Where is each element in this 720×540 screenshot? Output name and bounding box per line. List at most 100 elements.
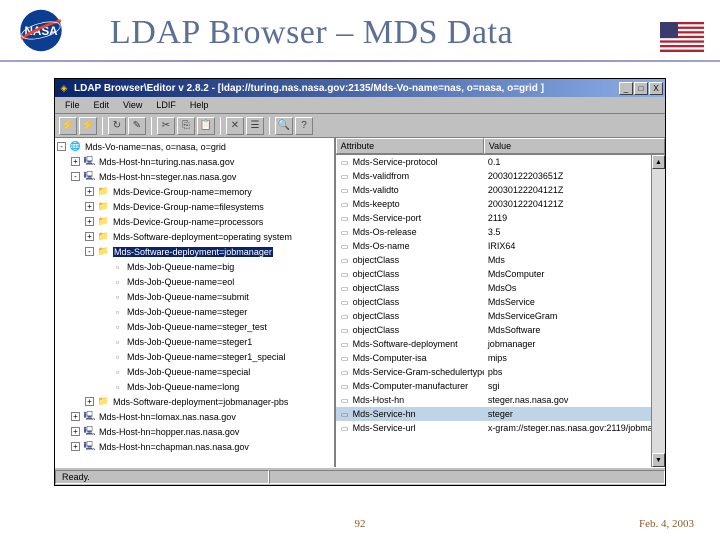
tree-item[interactable]: +📁Mds-Device-Group-name=filesystems [55, 199, 334, 214]
minimize-button[interactable]: _ [619, 82, 633, 95]
tool-cut[interactable]: ✂ [157, 117, 175, 135]
maximize-button[interactable]: □ [634, 82, 648, 95]
tree-item[interactable]: +🖳Mds-Host-hn=turing.nas.nasa.gov [55, 154, 334, 169]
tool-search[interactable]: 🔍 [275, 117, 293, 135]
tree-item[interactable]: -📁Mds-Software-deployment=jobmanager [55, 244, 334, 259]
tool-help[interactable]: ? [295, 117, 313, 135]
tree-item[interactable]: -🌐Mds-Vo-name=nas, o=nasa, o=grid [55, 139, 334, 154]
tree-item[interactable]: +🖳Mds-Host-hn=chapman.nas.nasa.gov [55, 439, 334, 454]
menu-help[interactable]: Help [184, 99, 215, 111]
tree-item[interactable]: ▫Mds-Job-Queue-name=steger [55, 304, 334, 319]
tree-label: Mds-Software-deployment=jobmanager [113, 247, 273, 257]
comp-icon: 🖳 [83, 441, 96, 452]
leaf-icon: ▫ [111, 306, 124, 317]
list-row[interactable]: ▭Mds-validto20030122204121Z [336, 183, 665, 197]
tree-item[interactable]: +📁Mds-Device-Group-name=memory [55, 184, 334, 199]
expand-toggle[interactable]: + [71, 442, 80, 451]
tree-item[interactable]: ▫Mds-Job-Queue-name=steger1_special [55, 349, 334, 364]
menu-ldif[interactable]: LDIF [150, 99, 182, 111]
list-row[interactable]: ▭Mds-Computer-manufacturersgi [336, 379, 665, 393]
expand-toggle[interactable]: - [57, 142, 66, 151]
column-value[interactable]: Value [484, 138, 665, 154]
attribute-icon: ▭ [340, 367, 350, 377]
tree-item[interactable]: ▫Mds-Job-Queue-name=big [55, 259, 334, 274]
attribute-icon: ▭ [340, 157, 350, 167]
expand-toggle[interactable]: + [71, 427, 80, 436]
expand-toggle[interactable]: + [85, 217, 94, 226]
tool-connect[interactable]: ⚡ [59, 117, 77, 135]
tree-item[interactable]: +🖳Mds-Host-hn=hopper.nas.nasa.gov [55, 424, 334, 439]
attr-value: steger.nas.nasa.gov [484, 393, 665, 407]
menu-edit[interactable]: Edit [88, 99, 116, 111]
tree-item[interactable]: -🖳Mds-Host-hn=steger.nas.nasa.gov [55, 169, 334, 184]
tree-label: Mds-Host-hn=chapman.nas.nasa.gov [99, 442, 249, 452]
list-row[interactable]: ▭Mds-Service-Gram-schedulertypepbs [336, 365, 665, 379]
tree-pane[interactable]: -🌐Mds-Vo-name=nas, o=nasa, o=grid+🖳Mds-H… [55, 138, 336, 467]
attr-name: Mds-keepto [353, 199, 400, 209]
tree-item[interactable]: ▫Mds-Job-Queue-name=steger1 [55, 334, 334, 349]
list-row[interactable]: ▭objectClassMdsOs [336, 281, 665, 295]
tree-item[interactable]: +📁Mds-Software-deployment=operating syst… [55, 229, 334, 244]
tool-disconnect[interactable]: ⚡ [79, 117, 97, 135]
close-button[interactable]: X [649, 82, 663, 95]
expand-toggle[interactable]: + [71, 412, 80, 421]
list-row[interactable]: ▭Mds-Service-protocol0.1 [336, 155, 665, 169]
menu-file[interactable]: File [59, 99, 86, 111]
tool-new[interactable]: ✎ [128, 117, 146, 135]
list-row[interactable]: ▭Mds-Computer-isamips [336, 351, 665, 365]
tree-label: Mds-Device-Group-name=filesystems [113, 202, 264, 212]
window-titlebar[interactable]: ◈ LDAP Browser\Editor v 2.8.2 - [ldap://… [55, 79, 665, 97]
expand-toggle[interactable]: + [85, 187, 94, 196]
tree-label: Mds-Device-Group-name=processors [113, 217, 263, 227]
tool-paste[interactable]: 📋 [197, 117, 215, 135]
tree-item[interactable]: ▫Mds-Job-Queue-name=eol [55, 274, 334, 289]
list-row[interactable]: ▭Mds-validfrom20030122203651Z [336, 169, 665, 183]
tool-delete[interactable]: ✕ [226, 117, 244, 135]
list-row[interactable]: ▭objectClassMdsService [336, 295, 665, 309]
tree-item[interactable]: +📁Mds-Device-Group-name=processors [55, 214, 334, 229]
scroll-up-button[interactable]: ▲ [652, 155, 665, 169]
folder-icon: 📁 [97, 396, 110, 407]
list-row[interactable]: ▭Mds-keepto20030122204121Z [336, 197, 665, 211]
column-attribute[interactable]: Attribute [336, 138, 484, 154]
list-row[interactable]: ▭Mds-Os-release3.5 [336, 225, 665, 239]
expand-toggle[interactable]: + [85, 397, 94, 406]
tree-label: Mds-Software-deployment=operating system [113, 232, 292, 242]
attribute-icon: ▭ [340, 283, 350, 293]
tree-item[interactable]: ▫Mds-Job-Queue-name=special [55, 364, 334, 379]
menu-view[interactable]: View [117, 99, 148, 111]
statusbar: Ready. [55, 467, 665, 485]
list-row[interactable]: ▭Mds-Os-nameIRIX64 [336, 239, 665, 253]
tree-label: Mds-Host-hn=hopper.nas.nasa.gov [99, 427, 239, 437]
expand-toggle[interactable]: - [71, 172, 80, 181]
scroll-down-button[interactable]: ▼ [652, 453, 665, 467]
tree-item[interactable]: +📁Mds-Software-deployment=jobmanager-pbs [55, 394, 334, 409]
expand-toggle[interactable]: + [71, 157, 80, 166]
list-row[interactable]: ▭objectClassMdsSoftware [336, 323, 665, 337]
list-row[interactable]: ▭Mds-Service-hnsteger [336, 407, 665, 421]
tree-label: Mds-Job-Queue-name=steger_test [127, 322, 267, 332]
list-row[interactable]: ▭objectClassMdsComputer [336, 267, 665, 281]
list-row[interactable]: ▭objectClassMds [336, 253, 665, 267]
list-row[interactable]: ▭Mds-Host-hnsteger.nas.nasa.gov [336, 393, 665, 407]
expand-toggle[interactable]: + [85, 232, 94, 241]
tool-copy[interactable]: ⎘ [177, 117, 195, 135]
expand-toggle[interactable]: - [85, 247, 94, 256]
expand-toggle[interactable]: + [85, 202, 94, 211]
list-row[interactable]: ▭Mds-Service-urlx-gram://steger.nas.nasa… [336, 421, 665, 435]
tree-item[interactable]: ▫Mds-Job-Queue-name=submit [55, 289, 334, 304]
attr-value: 20030122203651Z [484, 169, 665, 183]
tree-item[interactable]: ▫Mds-Job-Queue-name=long [55, 379, 334, 394]
tree-item[interactable]: ▫Mds-Job-Queue-name=steger_test [55, 319, 334, 334]
vertical-scrollbar[interactable]: ▲ ▼ [651, 155, 665, 467]
list-row[interactable]: ▭Mds-Service-port2119 [336, 211, 665, 225]
tool-refresh[interactable]: ↻ [108, 117, 126, 135]
list-pane[interactable]: Attribute Value ▭Mds-Service-protocol0.1… [336, 138, 665, 467]
list-row[interactable]: ▭objectClassMdsServiceGram [336, 309, 665, 323]
attr-name: Mds-Service-url [353, 423, 416, 433]
list-row[interactable]: ▭Mds-Software-deploymentjobmanager [336, 337, 665, 351]
tree-item[interactable]: +🖳Mds-Host-hn=lomax.nas.nasa.gov [55, 409, 334, 424]
tool-props[interactable]: ☰ [246, 117, 264, 135]
comp-icon: 🖳 [83, 426, 96, 437]
attr-value: MdsService [484, 295, 665, 309]
